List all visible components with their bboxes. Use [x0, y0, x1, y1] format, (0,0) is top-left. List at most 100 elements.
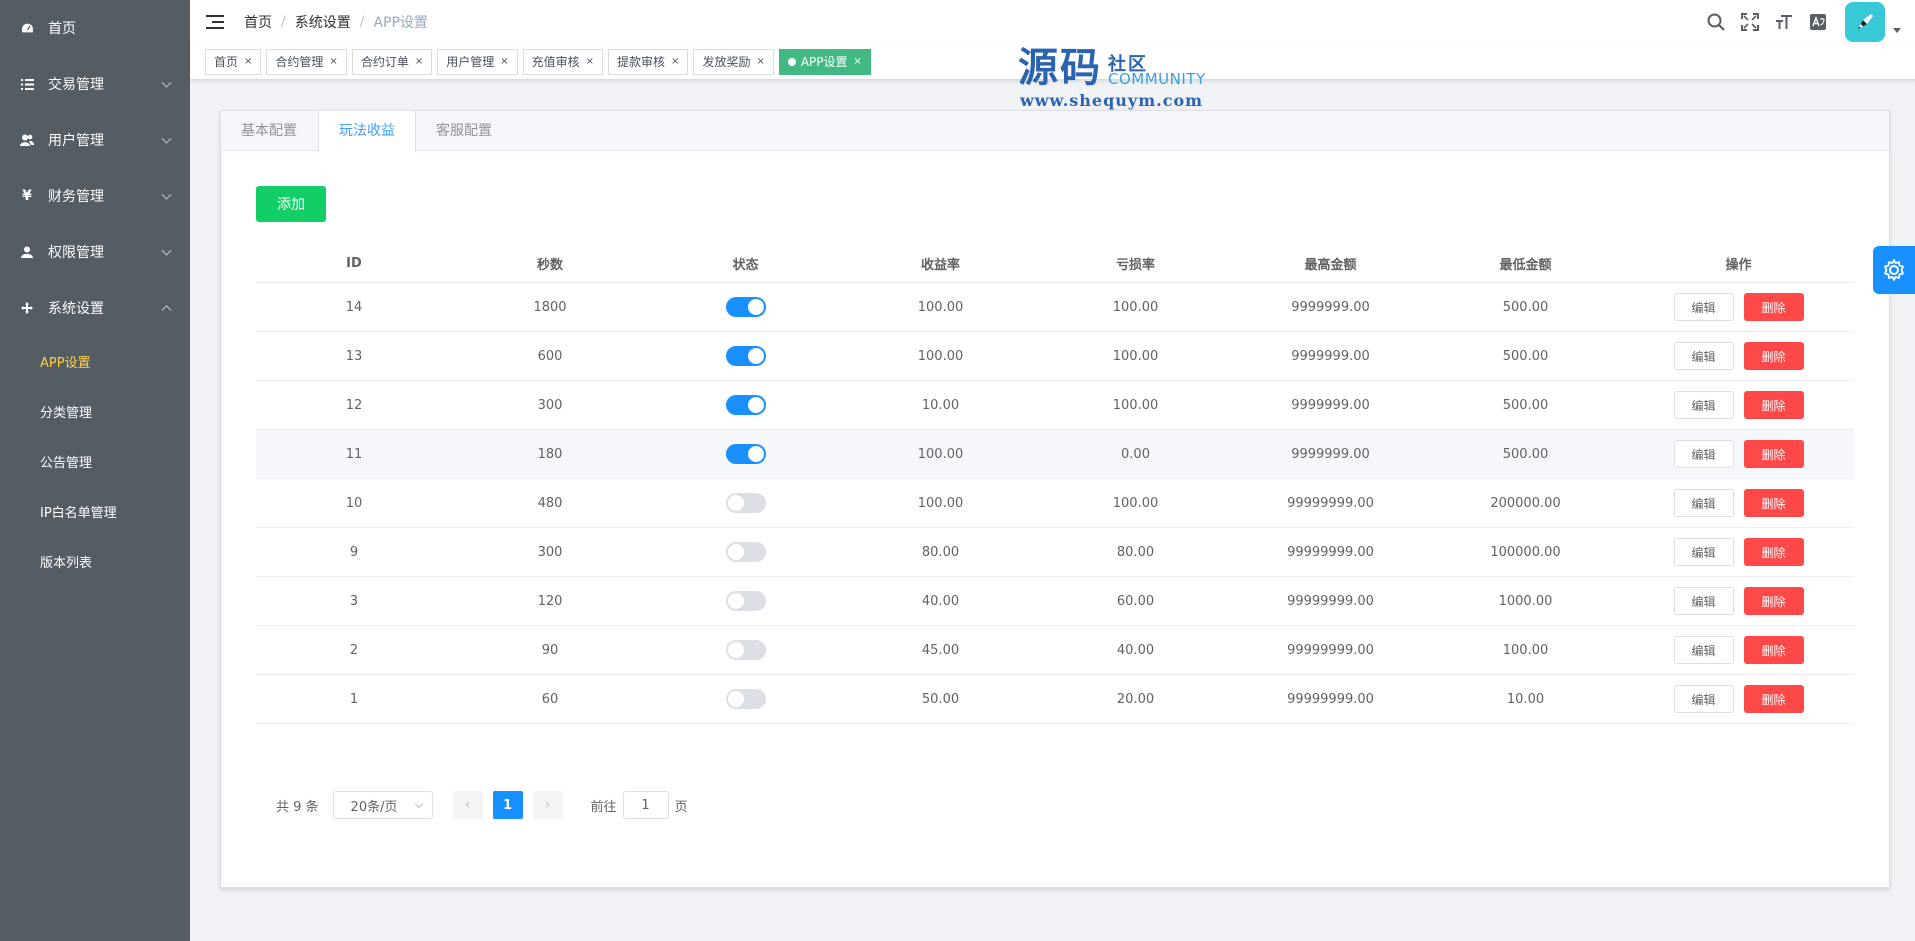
sidebar-subitem-category[interactable]: 分类管理	[0, 386, 190, 436]
tag-recharge-review[interactable]: 充值审核 ×	[522, 48, 604, 75]
cell-loss: 80.00	[1116, 544, 1155, 560]
tag-app-settings[interactable]: APP设置 ×	[778, 48, 871, 75]
close-icon[interactable]: ×	[415, 50, 423, 74]
close-icon[interactable]: ×	[854, 50, 862, 74]
edit-button[interactable]: 编辑	[1673, 489, 1734, 517]
tag-user-management[interactable]: 用户管理 ×	[437, 48, 518, 75]
prev-page-button[interactable]: ‹	[452, 791, 483, 819]
table-row: 14 1800 100.00 100.00 9999999.00 500.00 …	[256, 283, 1854, 332]
status-switch[interactable]	[725, 493, 766, 513]
dashboard-icon	[20, 21, 34, 35]
cell-max: 99999999.00	[1287, 593, 1374, 609]
close-icon[interactable]: ×	[586, 50, 594, 74]
delete-button[interactable]: 删除	[1743, 538, 1804, 566]
cell-status	[648, 493, 843, 513]
sidebar-subitem-ip-whitelist[interactable]: IP白名单管理	[0, 486, 190, 536]
close-icon[interactable]: ×	[329, 50, 337, 74]
tag-home[interactable]: 首页 ×	[205, 48, 262, 75]
edit-button[interactable]: 编辑	[1673, 293, 1734, 321]
sidebar-item-finance[interactable]: ¥ 财务管理	[0, 168, 190, 224]
delete-button[interactable]: 删除	[1743, 587, 1804, 615]
sidebar-item-settings[interactable]: 系统设置	[0, 280, 190, 336]
page-size-select[interactable]: 20条/页	[332, 791, 433, 819]
edit-button[interactable]: 编辑	[1673, 587, 1734, 615]
close-icon[interactable]: ×	[756, 50, 764, 74]
add-button[interactable]: 添加	[256, 186, 326, 222]
breadcrumb-system-settings[interactable]: 系统设置	[295, 12, 351, 32]
translate-icon[interactable]	[1801, 0, 1835, 44]
edit-button[interactable]: 编辑	[1673, 685, 1734, 713]
search-icon[interactable]	[1699, 0, 1733, 44]
next-page-button[interactable]: ›	[532, 791, 563, 819]
tag-contract-orders[interactable]: 合约订单 ×	[351, 48, 433, 75]
tag-label: 提款审核	[617, 54, 666, 69]
cell-status	[648, 346, 843, 366]
breadcrumb-home[interactable]: 首页	[244, 12, 272, 32]
table-header: ID 秒数 状态 收益率 亏损率 最高金额 最低金额 操作	[256, 244, 1854, 283]
status-switch[interactable]	[725, 640, 766, 660]
sidebar-subitem-notice[interactable]: 公告管理	[0, 436, 190, 486]
status-switch[interactable]	[725, 297, 766, 317]
cell-loss: 100.00	[1112, 299, 1159, 315]
cell-rate: 100.00	[917, 299, 964, 315]
tag-contract-management[interactable]: 合约管理 ×	[266, 48, 347, 75]
cell-seconds: 60	[541, 691, 559, 707]
fullscreen-icon[interactable]	[1733, 0, 1767, 44]
avatar[interactable]	[1845, 2, 1885, 42]
delete-button[interactable]: 删除	[1743, 342, 1804, 370]
cell-id: 13	[345, 348, 363, 364]
tab-service-config[interactable]: 客服配置	[416, 111, 513, 151]
status-switch[interactable]	[725, 346, 766, 366]
delete-button[interactable]: 删除	[1743, 489, 1804, 517]
edit-button[interactable]: 编辑	[1673, 636, 1734, 664]
chevron-down-icon	[161, 133, 172, 144]
delete-button[interactable]: 删除	[1743, 391, 1804, 419]
delete-button[interactable]: 删除	[1743, 293, 1804, 321]
cell-loss: 40.00	[1116, 642, 1155, 658]
delete-button[interactable]: 删除	[1743, 685, 1804, 713]
edit-button[interactable]: 编辑	[1673, 440, 1734, 468]
page-number-current[interactable]: 1	[492, 791, 523, 819]
status-switch[interactable]	[725, 444, 766, 464]
delete-button[interactable]: 删除	[1743, 636, 1804, 664]
yen-icon: ¥	[22, 188, 32, 204]
sidebar-subitem-app-settings[interactable]: APP设置	[0, 336, 190, 386]
cell-max: 99999999.00	[1287, 544, 1374, 560]
tag-label: 充值审核	[531, 54, 580, 69]
sidebar-item-trade[interactable]: 交易管理	[0, 56, 190, 112]
tab-play-earnings[interactable]: 玩法收益	[318, 111, 416, 152]
sidebar-subitem-versions[interactable]: 版本列表	[0, 536, 190, 586]
cell-max: 9999999.00	[1291, 299, 1370, 315]
edit-button[interactable]: 编辑	[1673, 391, 1734, 419]
cell-max: 9999999.00	[1291, 397, 1370, 413]
caret-down-icon[interactable]	[1893, 27, 1901, 33]
edit-button[interactable]: 编辑	[1673, 342, 1734, 370]
status-switch[interactable]	[725, 689, 766, 709]
chevron-down-icon	[414, 799, 423, 809]
cell-id: 14	[345, 299, 363, 315]
sidebar-item-home[interactable]: 首页	[0, 0, 190, 56]
table-row: 10 480 100.00 100.00 99999999.00 200000.…	[256, 479, 1854, 528]
hamburger-icon[interactable]	[206, 15, 224, 29]
cell-min: 500.00	[1502, 397, 1549, 413]
cell-loss: 100.00	[1112, 495, 1159, 511]
sidebar-item-permission[interactable]: 权限管理	[0, 224, 190, 280]
edit-button[interactable]: 编辑	[1673, 538, 1734, 566]
settings-drawer-button[interactable]	[1873, 246, 1915, 294]
status-switch[interactable]	[725, 591, 766, 611]
close-icon[interactable]: ×	[244, 50, 252, 74]
tag-rewards[interactable]: 发放奖励 ×	[693, 48, 774, 75]
tag-withdraw-review[interactable]: 提款审核 ×	[608, 48, 689, 75]
close-icon[interactable]: ×	[500, 50, 508, 74]
font-size-icon[interactable]	[1767, 0, 1801, 44]
status-switch[interactable]	[725, 542, 766, 562]
close-icon[interactable]: ×	[671, 50, 679, 74]
active-dot	[787, 57, 796, 66]
goto-page-input[interactable]: 1	[622, 791, 669, 819]
status-switch[interactable]	[725, 395, 766, 415]
page-size-value: 20条/页	[350, 799, 398, 815]
tab-basic-config[interactable]: 基本配置	[221, 111, 318, 151]
sidebar-item-users[interactable]: 用户管理	[0, 112, 190, 168]
user-icon	[20, 245, 34, 259]
delete-button[interactable]: 删除	[1743, 440, 1804, 468]
